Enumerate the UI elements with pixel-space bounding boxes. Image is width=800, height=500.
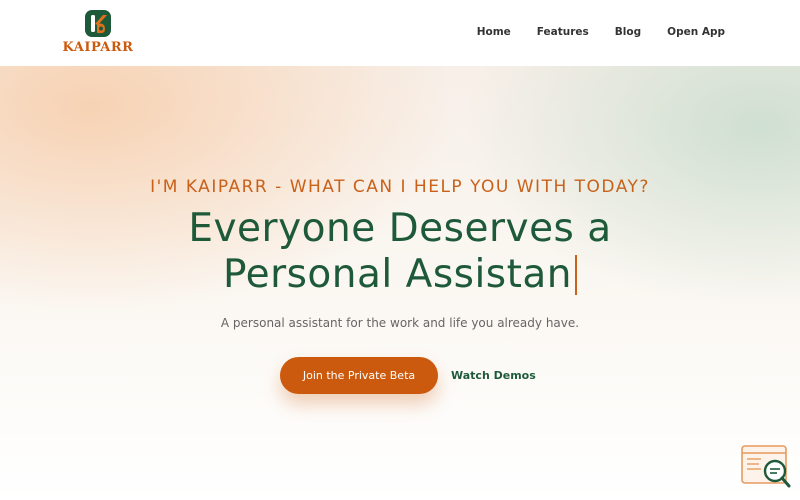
hero-tagline: I'M KAIPARR - WHAT CAN I HELP YOU WITH T… (150, 177, 650, 197)
nav-item-home[interactable]: Home (477, 24, 511, 40)
nav-item-features[interactable]: Features (537, 24, 589, 40)
hero-subtitle: A personal assistant for the work and li… (220, 316, 580, 330)
logo-link[interactable]: KAIPARR (62, 10, 134, 58)
floating-help-widget[interactable] (741, 445, 791, 489)
nav-item-blog[interactable]: Blog (615, 24, 641, 40)
page: KAIPARR Home Features Blog Open App I'M … (0, 0, 800, 500)
headline-line-1: Everyone Deserves a (188, 206, 612, 251)
watch-demos-link[interactable]: Watch Demos (451, 357, 536, 394)
logo-text: KAIPARR (62, 40, 134, 55)
headline-line-2: Personal Assistan (0, 252, 800, 298)
headline-line-2-text: Personal Assistan (222, 252, 573, 297)
main-nav: Home Features Blog Open App (477, 24, 725, 40)
hero-section: I'M KAIPARR - WHAT CAN I HELP YOU WITH T… (0, 66, 800, 500)
hero-headline: Everyone Deserves a Personal Assistan (0, 206, 800, 298)
typing-caret (575, 255, 578, 295)
nav-item-open-app[interactable]: Open App (667, 24, 725, 40)
kaiparr-logo-icon (85, 10, 111, 37)
site-header: KAIPARR Home Features Blog Open App (0, 0, 800, 66)
search-document-icon (741, 445, 791, 488)
join-private-beta-button[interactable]: Join the Private Beta (280, 357, 438, 394)
